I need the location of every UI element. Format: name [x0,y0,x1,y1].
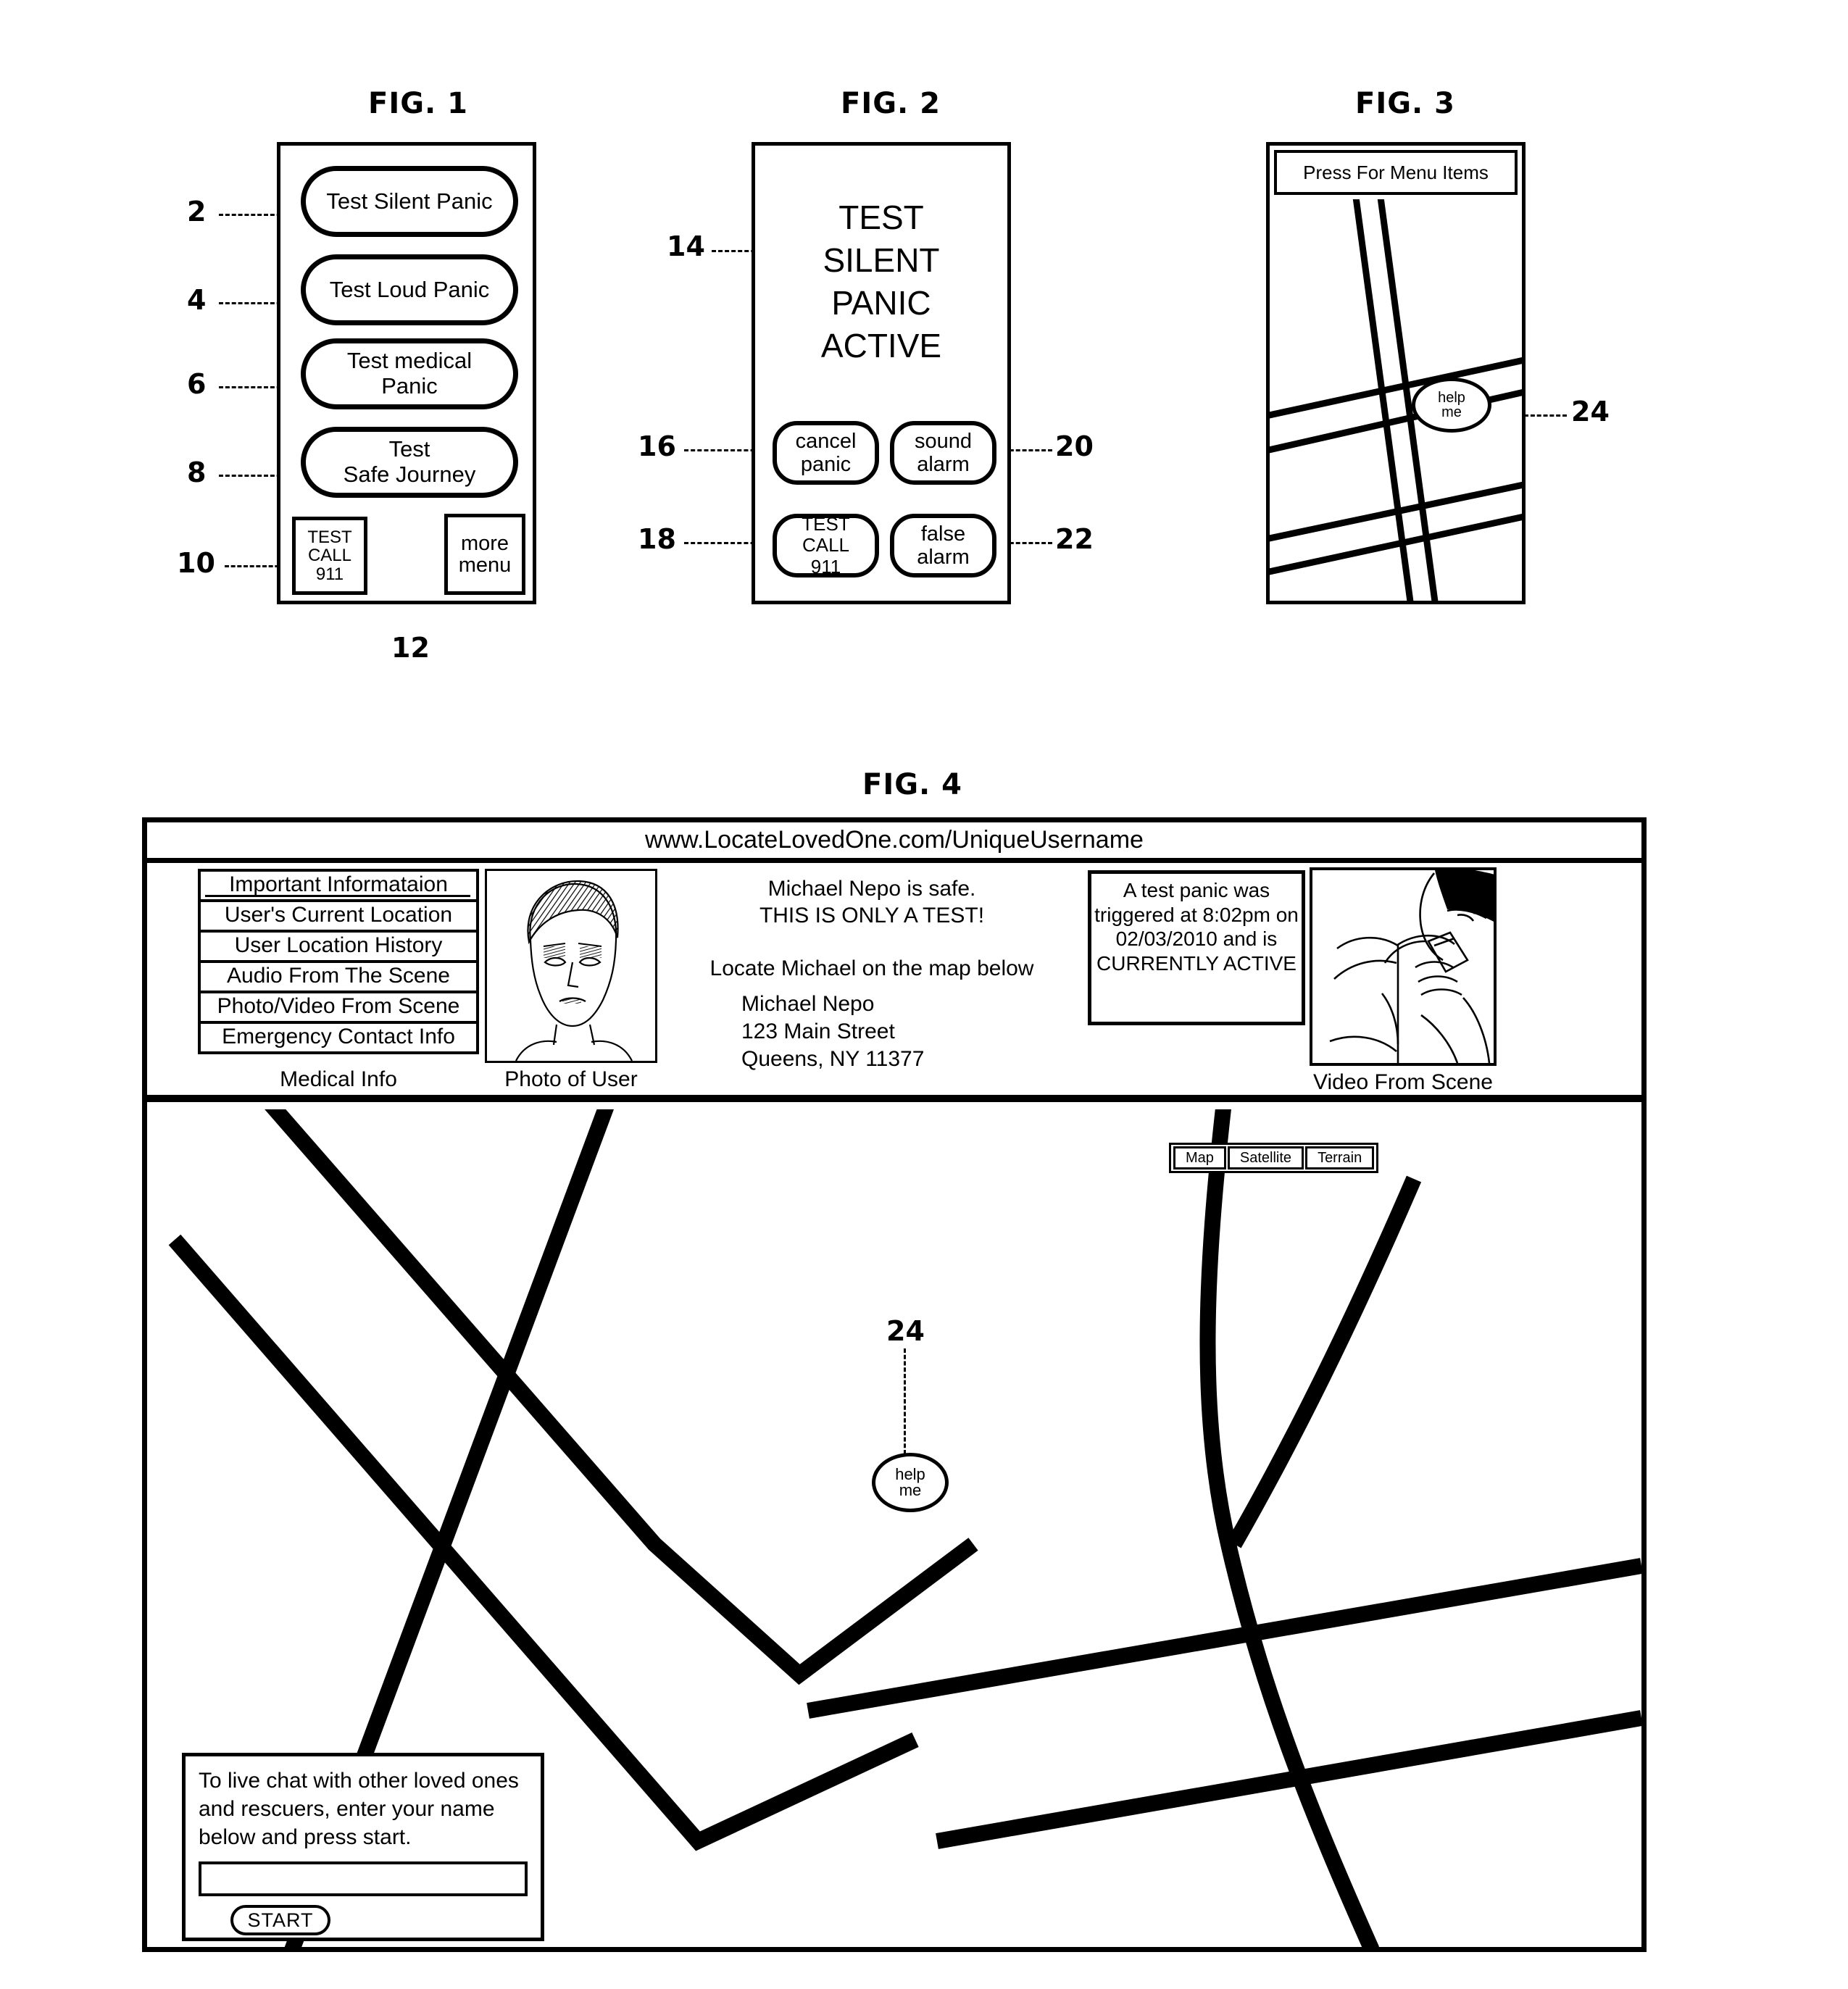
url-text: www.LocateLovedOne.com/UniqueUsername [645,826,1144,854]
fig1-ref-6: 6 [187,368,207,400]
medical-info-label: Medical Info [280,1067,397,1091]
menu-item-medical-info[interactable]: Medical Info [198,1067,479,1092]
fig1-title: FIG. 1 [368,87,468,120]
menu-item-emergency-contact-info[interactable]: Emergency Contact Info [201,1024,476,1051]
menu-item-label: Important Informataion [229,872,448,896]
user-portrait-drawing [515,880,633,1061]
fig1-ref-12: 12 [391,632,430,664]
map-type-map-label: Map [1186,1150,1214,1166]
menu-item-label: User's Current Location [224,903,453,927]
test-loud-panic-button[interactable]: Test Loud Panic [301,254,518,325]
map-type-toggle[interactable]: Map Satellite Terrain [1169,1143,1379,1173]
person-with-phone-drawing [1329,870,1494,1063]
photo-caption-label: Photo of User [504,1067,638,1091]
menu-item-photo-video-from-scene[interactable]: Photo/Video From Scene [201,993,476,1024]
cancel-panic-label: cancel panic [795,429,857,476]
menu-item-users-current-location[interactable]: User's Current Location [201,902,476,933]
map-area[interactable]: Map Satellite Terrain 24 help me To live… [147,1109,1641,1947]
menu-item-label: Photo/Video From Scene [217,994,460,1018]
panic-alert-text: A test panic was triggered at 8:02pm on … [1094,879,1299,975]
menu-item-label: User Location History [234,933,443,957]
more-menu-label: more menu [458,531,512,577]
map-type-terrain-label: Terrain [1318,1150,1362,1166]
fig4-leader-24 [904,1348,906,1454]
important-information-underline [205,895,470,897]
user-photo [485,869,657,1063]
fig2-ref-18: 18 [638,523,676,555]
info-band: Important Informataion User's Current Lo… [147,863,1641,1102]
fig2-ref-14: 14 [667,230,705,262]
test-safe-journey-button[interactable]: Test Safe Journey [301,427,518,498]
press-for-menu-items-bar[interactable]: Press For Menu Items [1274,150,1518,195]
menu-item-user-location-history[interactable]: User Location History [201,933,476,963]
false-alarm-button[interactable]: false alarm [890,514,996,577]
fig1-ref-4: 4 [187,284,207,316]
test-call-911-label: TEST CALL 911 [307,528,352,584]
chat-start-button[interactable]: START [230,1905,330,1935]
help-me-line1: help [895,1465,925,1483]
help-me-marker-fig4[interactable]: help me [872,1453,949,1512]
fig3-map-area[interactable]: help me [1270,199,1522,601]
help-me-line2: me [1441,404,1462,420]
menu-item-label: Audio From The Scene [227,964,450,988]
test-silent-panic-label: Test Silent Panic [326,188,493,214]
map-type-map-button[interactable]: Map [1173,1146,1226,1169]
test-call-911-button[interactable]: TEST CALL 911 [292,517,367,595]
fig4-browser-window: www.LocateLovedOne.com/UniqueUsername Im… [142,817,1647,1952]
fig3-title: FIG. 3 [1355,87,1455,120]
fig3-phone-frame: Press For Menu Items help me [1266,142,1526,604]
fig1-ref-2: 2 [187,196,207,228]
fig2-ref-22: 22 [1055,523,1094,555]
fig4-title: FIG. 4 [862,768,962,801]
video-from-scene-caption: Video From Scene [1304,1070,1502,1095]
chat-instructions: To live chat with other loved ones and r… [199,1769,519,1849]
live-chat-box: To live chat with other loved ones and r… [182,1753,544,1941]
sound-alarm-label: sound alarm [914,429,972,476]
fig1-ref-10: 10 [177,547,215,579]
sound-alarm-button[interactable]: sound alarm [890,421,996,485]
test-call-911-label-fig2: TEST CALL 911 [802,513,850,577]
menu-item-important-information[interactable]: Important Informataion [201,872,476,902]
video-from-scene[interactable] [1310,867,1497,1066]
test-medical-panic-button[interactable]: Test medical Panic [301,338,518,409]
menu-item-label: Emergency Contact Info [222,1025,455,1048]
menu-item-audio-from-the-scene[interactable]: Audio From The Scene [201,963,476,993]
url-bar[interactable]: www.LocateLovedOne.com/UniqueUsername [147,822,1641,863]
status-message: Michael Nepo is safe. THIS IS ONLY A TES… [709,877,1034,980]
help-me-marker-fig3[interactable]: help me [1412,378,1491,433]
test-medical-panic-label: Test medical Panic [346,348,473,399]
help-me-line1: help [1438,390,1465,406]
fig1-phone-frame: Test Silent Panic Test Loud Panic Test m… [277,142,536,604]
fig4-ref-24: 24 [886,1315,925,1347]
user-address: Michael Nepo 123 Main Street Queens, NY … [741,992,925,1071]
map-type-satellite-label: Satellite [1239,1150,1292,1166]
press-for-menu-items-label: Press For Menu Items [1303,161,1489,183]
map-type-satellite-button[interactable]: Satellite [1227,1146,1304,1169]
fig2-phone-frame: TEST SILENT PANIC ACTIVE cancel panic so… [752,142,1011,604]
false-alarm-label: false alarm [917,522,970,569]
chat-name-input[interactable] [199,1861,528,1896]
fig2-ref-20: 20 [1055,430,1094,462]
fig2-ref-16: 16 [638,430,676,462]
video-caption-label: Video From Scene [1313,1070,1493,1094]
map-type-terrain-button[interactable]: Terrain [1305,1146,1375,1169]
photo-of-user-caption: Photo of User [485,1067,657,1092]
cancel-panic-button[interactable]: cancel panic [773,421,879,485]
more-menu-button[interactable]: more menu [444,514,525,595]
chat-start-label: START [247,1909,314,1931]
test-safe-journey-label: Test Safe Journey [343,436,476,487]
test-call-911-button-fig2[interactable]: TEST CALL 911 [773,514,879,577]
test-loud-panic-label: Test Loud Panic [329,276,490,302]
help-me-line2: me [899,1481,922,1499]
fig2-title: FIG. 2 [841,87,941,120]
panic-alert-box: A test panic was triggered at 8:02pm on … [1088,870,1305,1025]
fig1-ref-8: 8 [187,456,207,488]
panic-status-text: TEST SILENT PANIC ACTIVE [820,199,942,364]
fig3-ref-24: 24 [1571,396,1610,428]
test-silent-panic-button[interactable]: Test Silent Panic [301,166,518,237]
